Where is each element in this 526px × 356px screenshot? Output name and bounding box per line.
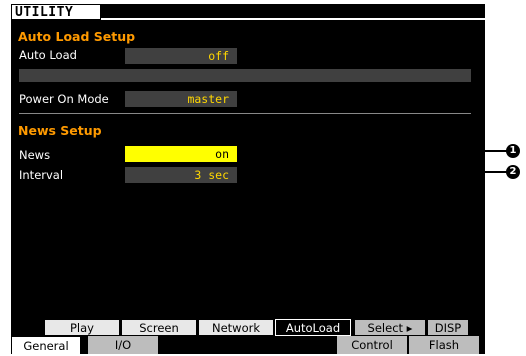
tab-screen[interactable]: Screen: [121, 319, 197, 336]
lcd-screen: UTILITY Auto Load Setup Auto Load off Po…: [11, 4, 485, 354]
callout-line-2: [237, 171, 507, 173]
power-on-mode-field[interactable]: master: [125, 91, 237, 107]
tab-autoload[interactable]: AutoLoad: [275, 319, 351, 336]
interval-label: Interval: [19, 168, 64, 182]
section-divider: [19, 113, 471, 114]
tab-network[interactable]: Network: [198, 319, 274, 336]
title-underline: [101, 18, 485, 20]
tab-disp[interactable]: DISP: [427, 319, 469, 336]
tab-flash[interactable]: Flash: [409, 336, 479, 354]
tab-play[interactable]: Play: [44, 319, 120, 336]
tab-control[interactable]: Control: [337, 336, 407, 354]
tab-general[interactable]: General: [11, 336, 81, 354]
auto-load-file-field[interactable]: [19, 69, 471, 82]
screen-title: UTILITY: [15, 5, 74, 20]
auto-load-label: Auto Load: [19, 48, 77, 62]
interval-field[interactable]: 3 sec: [125, 167, 237, 183]
auto-load-field[interactable]: off: [125, 48, 237, 64]
news-label: News: [19, 148, 51, 162]
power-on-mode-label: Power On Mode: [19, 92, 109, 106]
tab-select[interactable]: Select ▸: [354, 319, 426, 336]
auto-load-setup-title: Auto Load Setup: [18, 29, 136, 44]
tab-io[interactable]: I/O: [88, 336, 158, 354]
callout-marker-2: 2: [506, 165, 520, 179]
callout-marker-1: 1: [506, 144, 520, 158]
callout-line-1: [237, 150, 507, 152]
news-field[interactable]: on: [125, 146, 237, 162]
screen-title-tab: UTILITY: [11, 4, 101, 20]
news-setup-title: News Setup: [18, 123, 102, 138]
tab-blank: [15, 319, 43, 336]
